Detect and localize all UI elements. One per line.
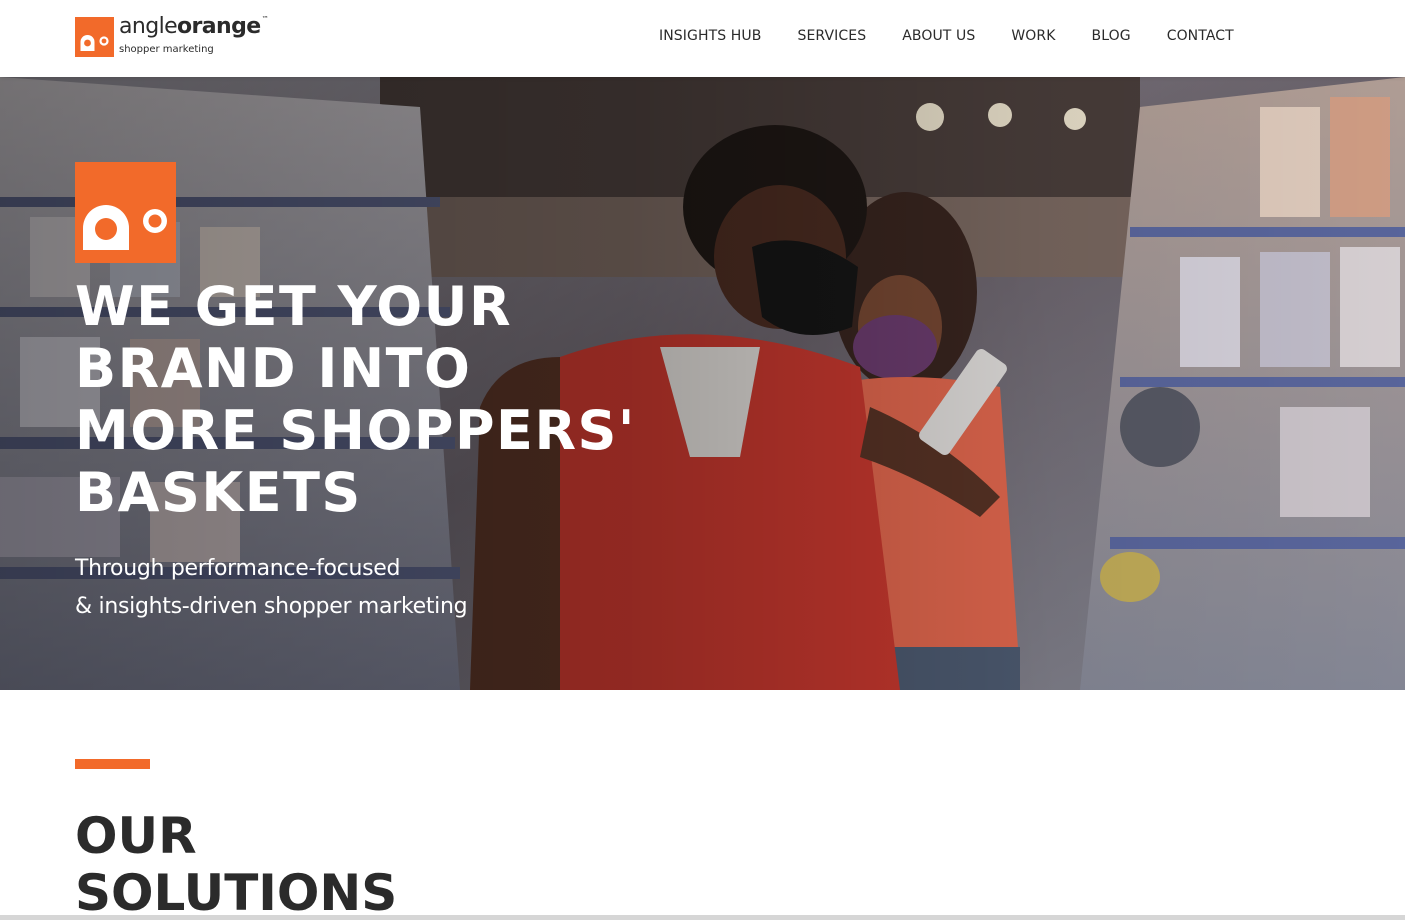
nav-item-work[interactable]: WORK: [1011, 27, 1055, 45]
solutions-heading-line: OUR: [75, 807, 197, 865]
main-nav: INSIGHTS HUB SERVICES ABOUT US WORK BLOG…: [659, 27, 1234, 45]
nav-item-about-us[interactable]: ABOUT US: [902, 27, 975, 45]
solutions-heading-line: SOLUTIONS: [75, 864, 398, 920]
hero-headline-line: BASKETS: [75, 461, 362, 524]
brand-tagline: shopper marketing: [119, 44, 214, 55]
hero-headline-line: MORE SHOPPERS': [75, 399, 636, 462]
brand-logo[interactable]: angleorange™ shopper marketing: [75, 14, 285, 57]
hero-banner: WE GET YOUR BRAND INTO MORE SHOPPERS' BA…: [0, 77, 1405, 690]
section-accent-bar: [75, 759, 150, 769]
angleorange-logo-icon: [75, 17, 114, 57]
hero-subtitle-line: Through performance-focused: [75, 556, 401, 581]
hero-subtitle-line: & insights-driven shopper marketing: [75, 594, 468, 619]
hero-headline-line: BRAND INTO: [75, 337, 472, 400]
hero-headline-line: WE GET YOUR: [75, 275, 513, 338]
brand-wordmark: angleorange™: [119, 14, 269, 39]
nav-item-services[interactable]: SERVICES: [797, 27, 866, 45]
page-bottom-rule: [0, 915, 1405, 920]
site-header: angleorange™ shopper marketing INSIGHTS …: [0, 0, 1405, 77]
solutions-heading: OUR SOLUTIONS: [75, 808, 397, 920]
hero-subtitle: Through performance-focused & insights-d…: [75, 550, 468, 626]
angleorange-badge-icon: [75, 162, 176, 263]
nav-item-blog[interactable]: BLOG: [1092, 27, 1131, 45]
nav-item-insights-hub[interactable]: INSIGHTS HUB: [659, 27, 761, 45]
nav-item-contact[interactable]: CONTACT: [1167, 27, 1234, 45]
hero-headline: WE GET YOUR BRAND INTO MORE SHOPPERS' BA…: [75, 276, 715, 524]
